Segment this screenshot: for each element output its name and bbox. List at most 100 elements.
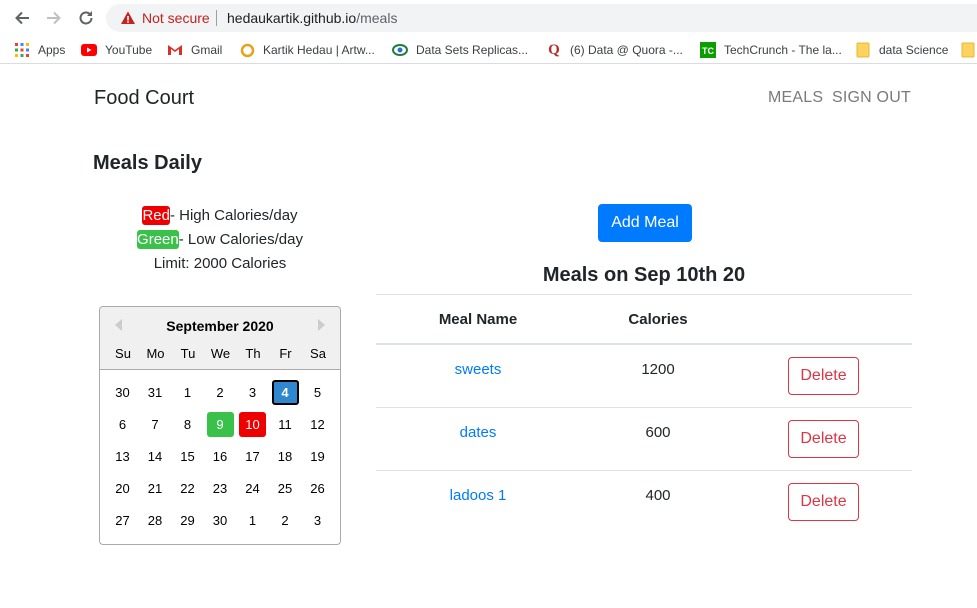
forward-arrow-icon xyxy=(47,11,61,25)
address-bar[interactable]: Not secure hedaukartik.github.io/meals xyxy=(106,4,977,32)
calendar-day[interactable]: 17 xyxy=(239,444,266,469)
calendar-day[interactable]: 30 xyxy=(109,380,136,405)
legend-high: Red- High Calories/day xyxy=(100,206,340,225)
calendar-day[interactable]: 29 xyxy=(174,508,201,533)
calendar-day[interactable]: 24 xyxy=(239,476,266,501)
delete-meal-button[interactable]: Delete xyxy=(788,483,859,521)
calendar-day[interactable]: 30 xyxy=(207,508,234,533)
calendar-day[interactable]: 6 xyxy=(109,412,136,437)
forward-button[interactable] xyxy=(42,6,66,30)
gmail-icon xyxy=(167,42,183,58)
legend-low-text: - Low Calories/day xyxy=(178,231,303,248)
bookmark-datasets[interactable]: Data Sets Replicas... xyxy=(392,41,528,59)
legend-low: Green- Low Calories/day xyxy=(100,230,340,249)
add-meal-button[interactable]: Add Meal xyxy=(598,204,692,242)
calendar-day[interactable]: 15 xyxy=(174,444,201,469)
calendar-day[interactable]: 3 xyxy=(304,508,331,533)
green-badge: Green xyxy=(137,230,179,249)
bookmark-quora[interactable]: Q (6) Data @ Quora -... xyxy=(546,41,683,59)
table-row-divider xyxy=(376,470,912,471)
calendar-day[interactable]: 11 xyxy=(272,412,299,437)
date-picker: September 2020 Su Mo Tu We Th Fr Sa 30 31 1 2 3 4 5 6… xyxy=(99,306,341,545)
weekday-label: Sa xyxy=(310,346,326,361)
weekday-label: Fr xyxy=(279,346,292,361)
calendar-day[interactable]: 25 xyxy=(272,476,299,501)
ring-icon xyxy=(239,42,255,58)
brand-logo[interactable]: Food Court xyxy=(94,87,194,110)
calendar-day[interactable]: 8 xyxy=(174,412,201,437)
weekday-label: Tu xyxy=(180,346,196,361)
folder-icon xyxy=(960,42,976,58)
bookmark-kartik[interactable]: Kartik Hedau | Artw... xyxy=(239,41,375,59)
calendar-day[interactable]: 19 xyxy=(304,444,331,469)
page-title: Meals Daily xyxy=(93,152,202,174)
back-arrow-icon xyxy=(15,11,29,25)
calendar-day[interactable]: 4 xyxy=(271,380,299,405)
calendar-day[interactable]: 3 xyxy=(239,380,266,405)
meal-name-link[interactable]: sweets xyxy=(376,361,580,378)
calendar-day[interactable]: 12 xyxy=(304,412,331,437)
weekday-label: We xyxy=(210,346,231,361)
calendar-day[interactable]: 9 xyxy=(206,412,234,437)
nav-meals-link[interactable]: MEALS xyxy=(768,89,823,107)
calendar-day[interactable]: 18 xyxy=(272,444,299,469)
bookmark-label: Data Sets Replicas... xyxy=(416,43,529,57)
bookmark-label: TechCrunch - The la... xyxy=(724,43,842,57)
calendar-day[interactable]: 5 xyxy=(304,380,331,405)
calendar-day[interactable]: 28 xyxy=(142,508,169,533)
bookmark-label: Kartik Hedau | Artw... xyxy=(263,43,375,57)
calendar-day[interactable]: 21 xyxy=(142,476,169,501)
calendar-day[interactable]: 26 xyxy=(304,476,331,501)
eye-icon xyxy=(392,42,408,58)
calendar-day[interactable]: 22 xyxy=(174,476,201,501)
weekday-label: Th xyxy=(245,346,261,361)
meal-calories: 600 xyxy=(645,424,671,441)
calendar-day[interactable]: 23 xyxy=(207,476,234,501)
svg-text:TC: TC xyxy=(702,46,714,56)
reload-button[interactable] xyxy=(74,6,98,30)
calendar-day[interactable]: 27 xyxy=(109,508,136,533)
calendar-day[interactable]: 7 xyxy=(142,412,169,437)
folder-icon xyxy=(855,42,871,58)
security-status[interactable]: Not secure xyxy=(142,10,210,26)
calendar-day[interactable]: 2 xyxy=(272,508,299,533)
meal-name-link[interactable]: ladoos 1 xyxy=(376,487,580,504)
back-button[interactable] xyxy=(10,6,34,30)
table-row-divider xyxy=(376,407,912,408)
calendar-day[interactable]: 31 xyxy=(142,380,169,405)
calendar-day[interactable]: 10 xyxy=(239,412,266,437)
bookmark-gmail[interactable]: Gmail xyxy=(167,41,222,59)
next-month-icon[interactable] xyxy=(318,319,325,331)
bookmark-apps[interactable]: Apps xyxy=(14,41,65,59)
red-badge: Red xyxy=(142,206,170,225)
bookmark-label: Gmail xyxy=(191,43,223,57)
calendar-day[interactable]: 16 xyxy=(207,444,234,469)
url-path: /meals xyxy=(356,10,398,26)
bookmark-youtube[interactable]: YouTube xyxy=(81,41,152,59)
calendar-day[interactable]: 14 xyxy=(142,444,169,469)
calendar-day[interactable]: 20 xyxy=(109,476,136,501)
url-text[interactable]: hedaukartik.github.io/meals xyxy=(227,10,397,26)
bookmark-label: Apps xyxy=(38,43,66,57)
meal-name-link[interactable]: dates xyxy=(376,424,580,441)
column-header-calories: Calories xyxy=(628,311,688,328)
nav-sign-out-link[interactable]: SIGN OUT xyxy=(832,89,911,107)
bookmark-overflow-folder[interactable] xyxy=(960,41,977,59)
calendar-day[interactable]: 2 xyxy=(207,380,234,405)
bookmark-label: data Science xyxy=(879,43,949,57)
browser-toolbar: Not secure hedaukartik.github.io/meals xyxy=(0,0,977,36)
meal-calories: 1200 xyxy=(641,361,675,378)
omnibox-divider xyxy=(216,10,217,26)
delete-meal-button[interactable]: Delete xyxy=(788,357,859,395)
meals-heading: Meals on Sep 10th 20 xyxy=(542,264,746,286)
calorie-limit: Limit: 2000 Calories xyxy=(153,255,287,272)
bookmark-data-science[interactable]: data Science xyxy=(855,41,948,59)
weekday-label: Su xyxy=(115,346,131,361)
delete-meal-button[interactable]: Delete xyxy=(788,420,859,458)
calendar-month-label: September 2020 xyxy=(166,318,274,334)
calendar-day[interactable]: 13 xyxy=(109,444,136,469)
table-header-border xyxy=(376,343,912,345)
bookmark-techcrunch[interactable]: TC TechCrunch - The la... xyxy=(700,41,842,59)
calendar-day[interactable]: 1 xyxy=(239,508,266,533)
calendar-day[interactable]: 1 xyxy=(174,380,201,405)
